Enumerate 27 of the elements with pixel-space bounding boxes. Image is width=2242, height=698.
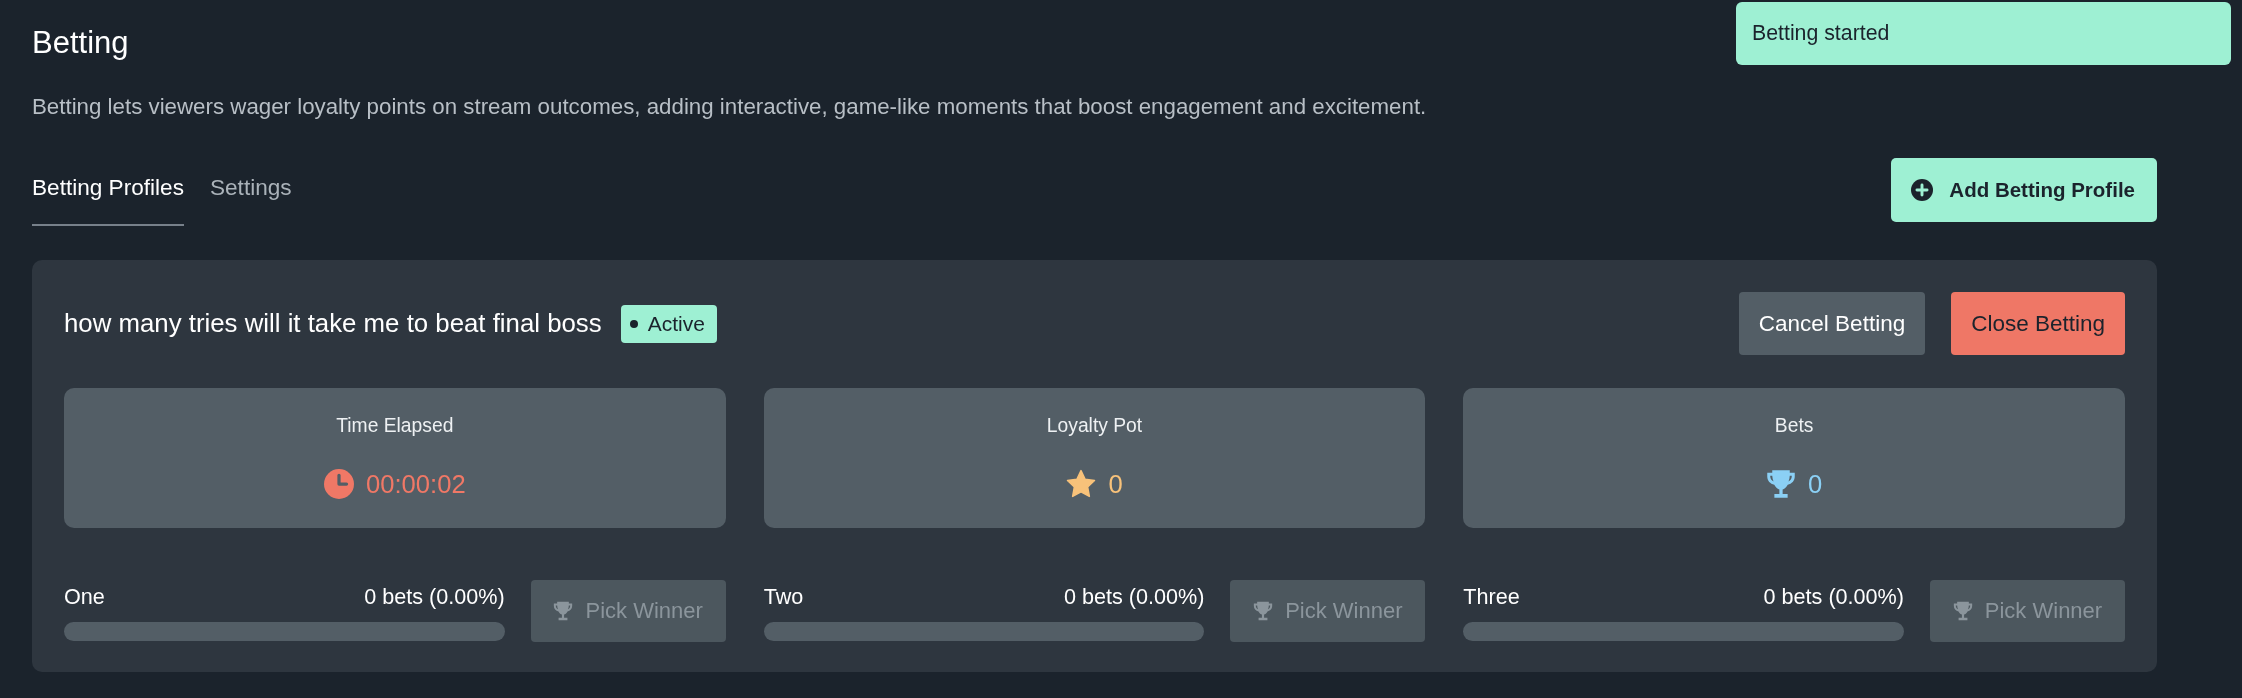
plus-circle-icon (1911, 179, 1934, 201)
page-description: Betting lets viewers wager loyalty points on stream outcomes, adding interactive, game-like moments that boost engagement and excitement. (32, 93, 1427, 121)
option-label: Two (763, 583, 804, 611)
status-badge: Active (620, 304, 717, 343)
toast-notification: Betting started (1736, 2, 2231, 65)
profile-title: how many tries will it take me to beat final boss (64, 309, 602, 338)
trophy-icon (553, 601, 574, 621)
trophy-icon (1253, 601, 1274, 621)
cancel-betting-button[interactable]: Cancel Betting (1738, 292, 1926, 355)
status-dot-icon (629, 319, 638, 328)
page-title: Betting (32, 24, 129, 62)
bet-count: 0 bets (0.00%) (1063, 583, 1205, 611)
close-betting-button[interactable]: Close Betting (1951, 292, 2125, 355)
option-label: Three (1463, 583, 1520, 611)
stat-value: 0 (1808, 469, 1823, 500)
tab[interactable]: Settings (209, 158, 292, 226)
stat-value: 00:00:02 (366, 469, 466, 500)
trophy-icon (1952, 601, 1973, 621)
stat-label: Time Elapsed (336, 414, 454, 438)
stat-label: Loyalty Pot (1046, 414, 1143, 438)
stat-value: 0 (1108, 469, 1123, 500)
add-betting-profile-button[interactable]: Add Betting Profile (1891, 158, 2157, 222)
tab[interactable]: Betting Profiles (32, 158, 184, 226)
stat-label: Bets (1774, 414, 1814, 438)
option-label: One (64, 583, 105, 611)
bet-count: 0 bets (0.00%) (364, 583, 505, 611)
bet-count: 0 bets (0.00%) (1763, 583, 1904, 611)
